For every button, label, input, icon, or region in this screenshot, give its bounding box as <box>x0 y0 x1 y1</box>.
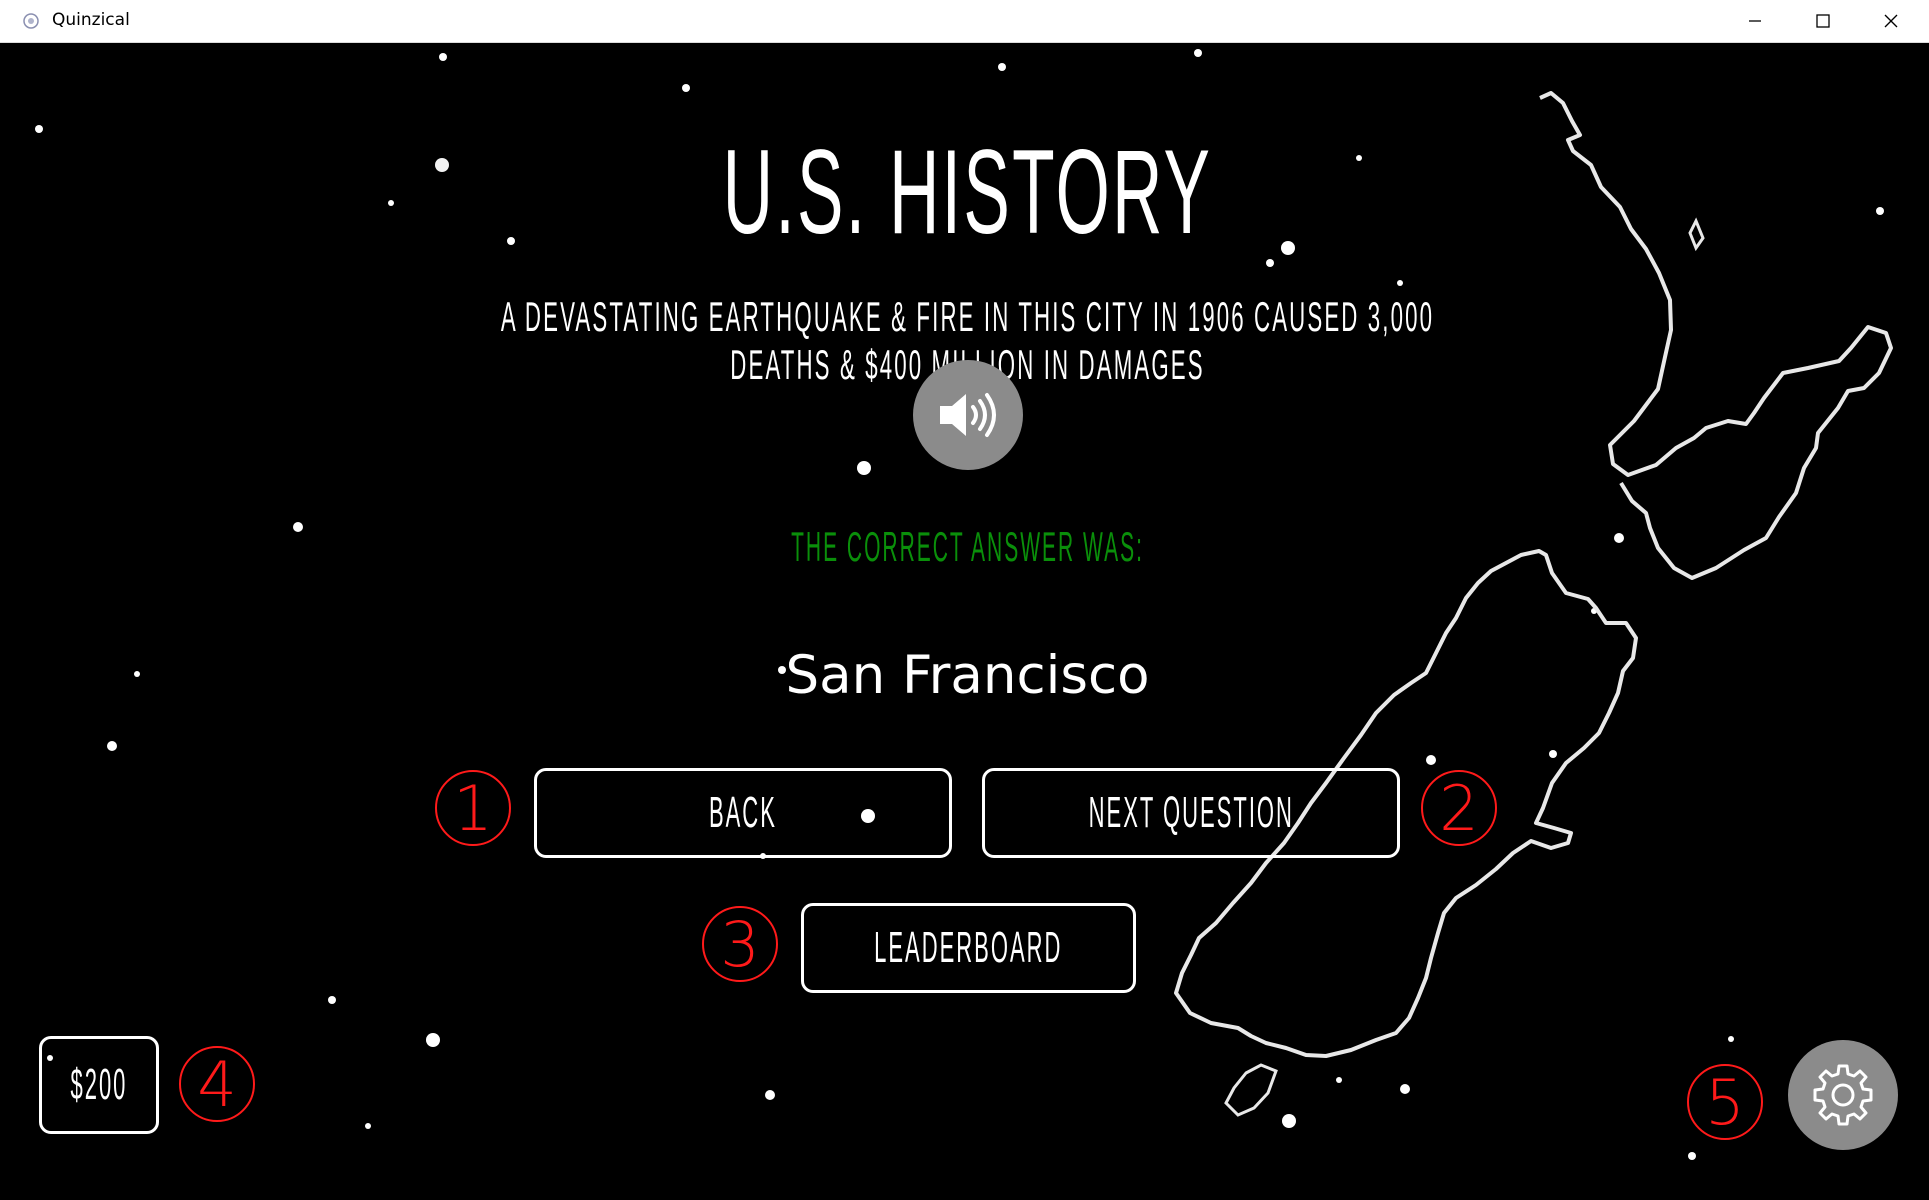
maximize-icon <box>1816 14 1830 28</box>
annotation-marker-2: 2 <box>1421 770 1497 846</box>
gear-icon <box>1813 1064 1873 1126</box>
next-question-label: NEXT QUESTION <box>1088 788 1294 837</box>
minimize-button[interactable] <box>1721 0 1789 42</box>
minimize-icon <box>1749 20 1761 22</box>
category-title: U.S. HISTORY <box>722 125 1213 259</box>
speaker-icon <box>940 393 996 437</box>
annotation-marker-4: 4 <box>179 1046 255 1122</box>
score-display: $200 <box>39 1036 159 1134</box>
replay-clue-button[interactable] <box>913 360 1023 470</box>
next-question-button[interactable]: NEXT QUESTION <box>982 768 1400 858</box>
close-button[interactable] <box>1857 0 1925 42</box>
correct-answer-label: THE CORRECT ANSWER WAS: <box>791 523 1144 570</box>
annotation-marker-5: 5 <box>1687 1064 1763 1140</box>
leaderboard-label: LEADERBOARD <box>874 923 1063 972</box>
window-title: Quinzical <box>52 10 130 30</box>
annotation-marker-3: 3 <box>702 906 778 982</box>
correct-answer-value: San Francisco <box>785 645 1150 706</box>
close-icon <box>1884 14 1898 28</box>
back-button[interactable]: BACK <box>534 768 952 858</box>
title-bar: Quinzical <box>0 0 1929 43</box>
score-value: $200 <box>70 1060 128 1109</box>
maximize-button[interactable] <box>1789 0 1857 42</box>
app-window: Quinzical U.S. HISTORY A DEVASTATING EAR… <box>0 0 1929 1200</box>
back-button-label: BACK <box>709 788 777 837</box>
leaderboard-button[interactable]: LEADERBOARD <box>801 903 1136 993</box>
game-stage: U.S. HISTORY A DEVASTATING EARTHQUAKE & … <box>6 43 1929 1198</box>
annotation-marker-1: 1 <box>435 770 511 846</box>
app-icon <box>23 13 39 29</box>
settings-button[interactable] <box>1788 1040 1898 1150</box>
